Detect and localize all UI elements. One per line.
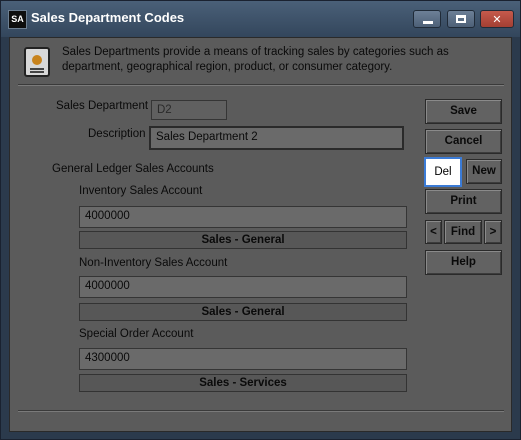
bottom-divider — [18, 410, 504, 412]
document-icon-badge — [32, 55, 42, 65]
minimize-icon — [423, 21, 433, 24]
previous-record-button[interactable]: < — [425, 220, 442, 244]
inventory-sales-account-label: Inventory Sales Account — [79, 185, 203, 197]
sales-department-field[interactable]: D2 — [151, 100, 227, 120]
sales-department-label: Sales Department — [56, 100, 149, 112]
inventory-sales-account-name: Sales - General — [79, 231, 407, 249]
minimize-button[interactable] — [413, 10, 441, 28]
dialog-body: Sales Departments provide a means of tra… — [9, 37, 512, 432]
close-button[interactable]: ✕ — [480, 10, 514, 28]
close-icon: ✕ — [492, 14, 502, 26]
description-field[interactable]: Sales Department 2 — [149, 126, 404, 150]
new-button[interactable]: New — [466, 159, 502, 184]
cancel-button[interactable]: Cancel — [425, 129, 502, 154]
window-bottom-border — [1, 432, 520, 439]
non-inventory-sales-account-label: Non-Inventory Sales Account — [79, 257, 228, 269]
special-order-account-label: Special Order Account — [79, 328, 194, 340]
document-icon — [24, 47, 50, 77]
special-order-account-name: Sales - Services — [79, 374, 407, 392]
delete-button[interactable]: Del — [424, 157, 462, 187]
document-icon-line — [30, 68, 44, 70]
document-icon-line — [30, 71, 44, 73]
help-button[interactable]: Help — [425, 250, 502, 275]
save-button[interactable]: Save — [425, 99, 502, 124]
info-description: Sales Departments provide a means of tra… — [62, 46, 449, 73]
dialog-window: SA Sales Department Codes ✕ Sales Depart… — [0, 0, 521, 440]
inventory-sales-account-field[interactable]: 4000000 — [79, 206, 407, 228]
top-divider — [18, 84, 504, 86]
print-button[interactable]: Print — [425, 189, 502, 214]
find-button[interactable]: Find — [444, 220, 482, 244]
app-icon: SA — [8, 10, 27, 29]
maximize-icon — [456, 15, 466, 23]
window-title: Sales Department Codes — [31, 10, 185, 25]
next-record-button[interactable]: > — [484, 220, 502, 244]
maximize-button[interactable] — [447, 10, 475, 28]
title-bar[interactable]: SA Sales Department Codes ✕ — [1, 1, 520, 37]
non-inventory-sales-account-field[interactable]: 4000000 — [79, 276, 407, 298]
non-inventory-sales-account-name: Sales - General — [79, 303, 407, 321]
gl-sales-accounts-heading: General Ledger Sales Accounts — [52, 163, 214, 175]
special-order-account-field[interactable]: 4300000 — [79, 348, 407, 370]
description-label: Description — [88, 128, 146, 140]
